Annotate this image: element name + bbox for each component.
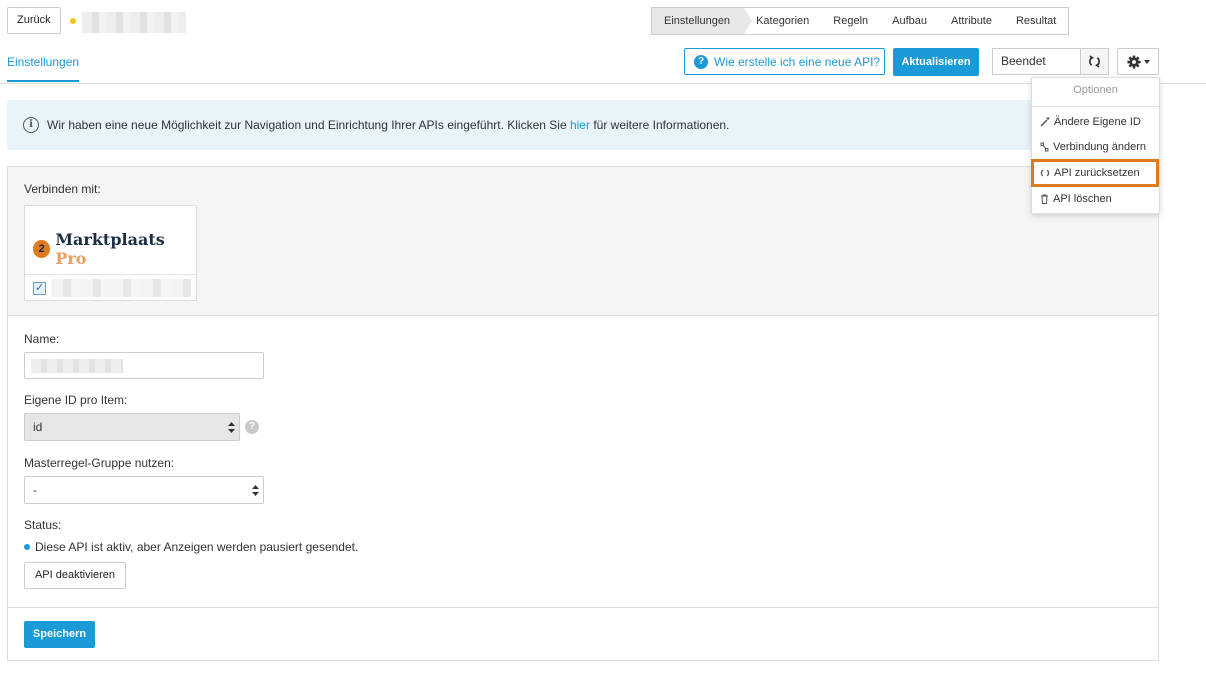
select-arrows-icon xyxy=(252,485,259,496)
status-label: Status: xyxy=(24,518,62,532)
back-button[interactable]: Zurück xyxy=(7,7,61,34)
connect-label: Verbinden mit: xyxy=(24,182,101,196)
sync-icon xyxy=(1089,55,1100,68)
wizard-steps: Einstellungen Kategorien Regeln Aufbau A… xyxy=(651,7,1070,35)
reset-state-button[interactable] xyxy=(1080,48,1109,75)
caret-down-icon xyxy=(1143,59,1150,64)
wizard-step-categories[interactable]: Kategorien xyxy=(744,8,821,34)
help-new-api-button[interactable]: ? Wie erstelle ich eine neue API? xyxy=(684,48,885,75)
magic-wand-icon xyxy=(1040,117,1050,127)
info-text-before: Wir haben eine neue Möglichkeit zur Navi… xyxy=(47,118,570,132)
wizard-step-settings[interactable]: Einstellungen xyxy=(652,8,753,34)
question-icon: ? xyxy=(694,54,708,69)
status-line: Diese API ist aktiv, aber Anzeigen werde… xyxy=(24,540,358,554)
master-value: - xyxy=(33,483,37,497)
select-arrows-icon xyxy=(228,422,235,433)
info-icon: i xyxy=(23,117,39,133)
menu-item-change-connection[interactable]: Verbindung ändern xyxy=(1040,141,1146,153)
connection-icon xyxy=(1040,142,1049,152)
master-group-select[interactable]: - xyxy=(24,476,264,504)
footer-divider xyxy=(8,607,1158,608)
own-id-value: id xyxy=(33,420,43,434)
menu-item-delete-api[interactable]: API löschen xyxy=(1040,193,1112,205)
deactivate-api-button[interactable]: API deaktivieren xyxy=(24,562,126,589)
trash-icon xyxy=(1041,194,1048,204)
options-dropdown: Optionen Ändere Eigene ID Verbindung änd… xyxy=(1031,77,1160,214)
master-label: Masterregel-Gruppe nutzen: xyxy=(24,456,175,470)
redacted-api-name xyxy=(82,12,186,33)
help-label: Wie erstelle ich eine neue API? xyxy=(714,54,881,69)
state-field: Beendet xyxy=(992,48,1081,75)
channel-checkbox[interactable]: ✓ xyxy=(33,282,46,295)
own-id-select[interactable]: id xyxy=(24,413,240,441)
menu-item-change-own-id[interactable]: Ändere Eigene ID xyxy=(1040,116,1141,128)
refresh-button[interactable]: Aktualisieren xyxy=(893,48,979,76)
redacted-account xyxy=(51,279,191,297)
header-divider xyxy=(0,83,1206,84)
wizard-step-result[interactable]: Resultat xyxy=(1004,8,1068,34)
wizard-step-attributes[interactable]: Attribute xyxy=(939,8,1004,34)
name-label: Name: xyxy=(24,332,60,346)
options-gear-button[interactable] xyxy=(1117,48,1159,75)
status-dot-icon xyxy=(24,544,30,550)
wizard-step-structure[interactable]: Aufbau xyxy=(880,8,939,34)
channel-card[interactable]: 2 Marktplaats Pro ✓ xyxy=(24,205,197,301)
save-button[interactable]: Speichern xyxy=(24,621,95,648)
status-text: Diese API ist aktiv, aber Anzeigen werde… xyxy=(35,540,359,554)
info-text-after: für weitere Informationen. xyxy=(589,118,730,132)
dropdown-header: Optionen xyxy=(1073,84,1118,96)
wizard-step-rules[interactable]: Regeln xyxy=(821,8,880,34)
tab-settings[interactable]: Einstellungen xyxy=(7,55,80,82)
name-input[interactable] xyxy=(24,352,264,379)
help-icon[interactable]: ? xyxy=(245,420,259,434)
highlight-box xyxy=(1031,159,1159,187)
info-link[interactable]: hier xyxy=(570,118,590,132)
gear-icon xyxy=(1126,54,1141,69)
info-banner: i Wir haben eine neue Möglichkeit zur Na… xyxy=(7,100,1157,150)
status-dot xyxy=(70,18,76,24)
own-id-label: Eigene ID pro Item: xyxy=(24,393,128,407)
marktplaats-logo: 2 Marktplaats Pro xyxy=(33,230,196,268)
